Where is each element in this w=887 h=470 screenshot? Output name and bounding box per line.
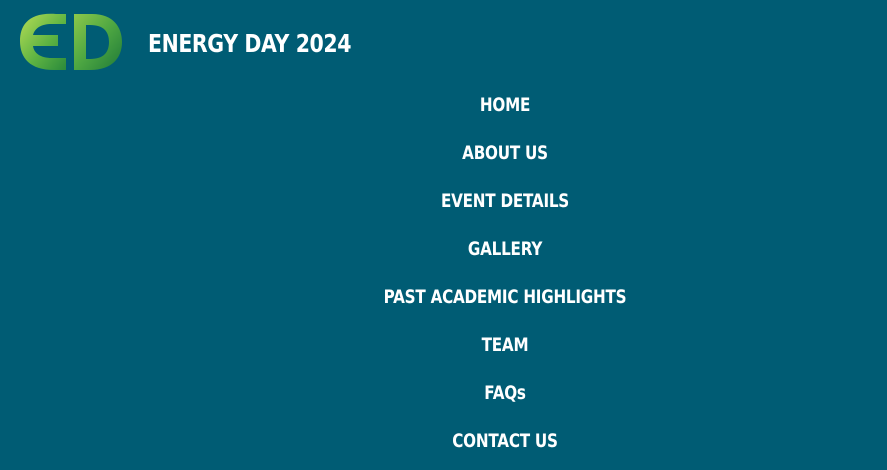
nav-link-team[interactable]: TEAM [482,332,529,358]
nav-link-contact-us[interactable]: CONTACT US [452,428,558,454]
nav-item: ABOUT US [0,130,887,178]
site-header: ENERGY DAY 2024 [0,0,887,90]
nav-menu: HOME ABOUT US EVENT DETAILS GALLERY PAST… [0,82,887,466]
nav-item: EVENT DETAILS [0,178,887,226]
nav-link-faqs[interactable]: FAQs [484,380,526,406]
nav-link-gallery[interactable]: GALLERY [468,236,542,262]
site-title[interactable]: ENERGY DAY 2024 [148,26,352,62]
nav-item: GALLERY [0,226,887,274]
nav-link-about-us[interactable]: ABOUT US [462,140,548,166]
nav-item: HOME [0,82,887,130]
nav-item: TEAM [0,322,887,370]
nav-link-event-details[interactable]: EVENT DETAILS [441,188,569,214]
nav-link-past-academic-highlights[interactable]: PAST ACADEMIC HIGHLIGHTS [384,284,627,310]
energy-day-logo-icon[interactable] [18,8,124,74]
nav-link-home[interactable]: HOME [480,92,530,118]
nav-item: PAST ACADEMIC HIGHLIGHTS [0,274,887,322]
nav-item: FAQs [0,370,887,418]
nav-item: CONTACT US [0,418,887,466]
